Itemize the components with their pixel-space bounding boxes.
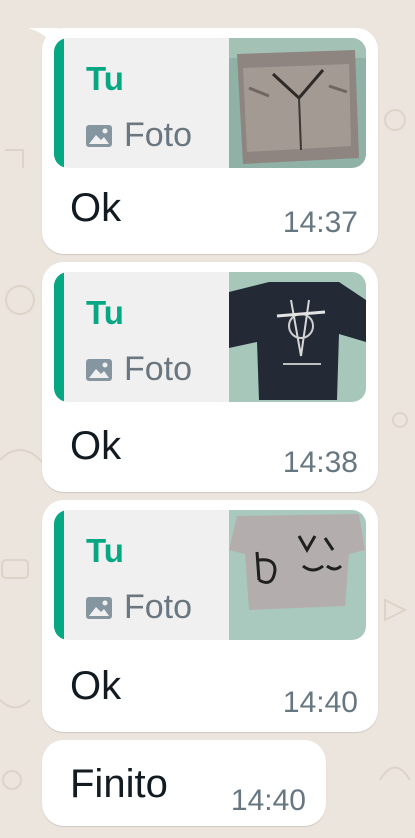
message-text: Ok — [70, 424, 122, 468]
message-text: Finito — [70, 762, 168, 806]
quoted-sender-name: Tu — [86, 60, 124, 97]
image-icon — [86, 358, 112, 381]
media-type-label: Foto — [124, 116, 193, 154]
quoted-reply[interactable]: Tu Foto — [54, 510, 366, 640]
message-time: 14:38 — [282, 446, 358, 479]
media-type-label: Foto — [124, 588, 193, 626]
message-text: Ok — [70, 186, 122, 230]
photo-thumbnail[interactable] — [229, 38, 366, 168]
message-bubble[interactable]: Tu Foto Ok 14:37 — [28, 28, 378, 254]
quoted-reply[interactable]: Tu Foto — [54, 38, 366, 168]
message-bubble[interactable]: Tu Foto Ok 14:38 — [42, 262, 378, 492]
media-type-label: Foto — [124, 350, 193, 388]
message-time: 14:37 — [282, 206, 358, 239]
quoted-sender-name: Tu — [86, 532, 124, 569]
photo-thumbnail[interactable] — [229, 272, 366, 402]
quoted-media-label: Foto — [86, 350, 192, 389]
message-time: 14:40 — [282, 686, 358, 719]
image-icon — [86, 124, 112, 147]
quoted-media-label: Foto — [86, 588, 192, 627]
message-text: Ok — [70, 664, 122, 708]
quote-accent-bar — [54, 510, 64, 640]
quoted-reply[interactable]: Tu Foto — [54, 272, 366, 402]
message-bubble[interactable]: Tu Foto Ok 14:40 — [42, 500, 378, 732]
image-icon — [86, 596, 112, 619]
quoted-media-label: Foto — [86, 116, 192, 155]
quoted-sender-name: Tu — [86, 294, 124, 331]
message-bubble[interactable]: Finito 14:40 — [42, 740, 326, 826]
quote-accent-bar — [54, 38, 64, 168]
message-time: 14:40 — [230, 784, 306, 817]
photo-thumbnail[interactable] — [229, 510, 366, 640]
quote-accent-bar — [54, 272, 64, 402]
